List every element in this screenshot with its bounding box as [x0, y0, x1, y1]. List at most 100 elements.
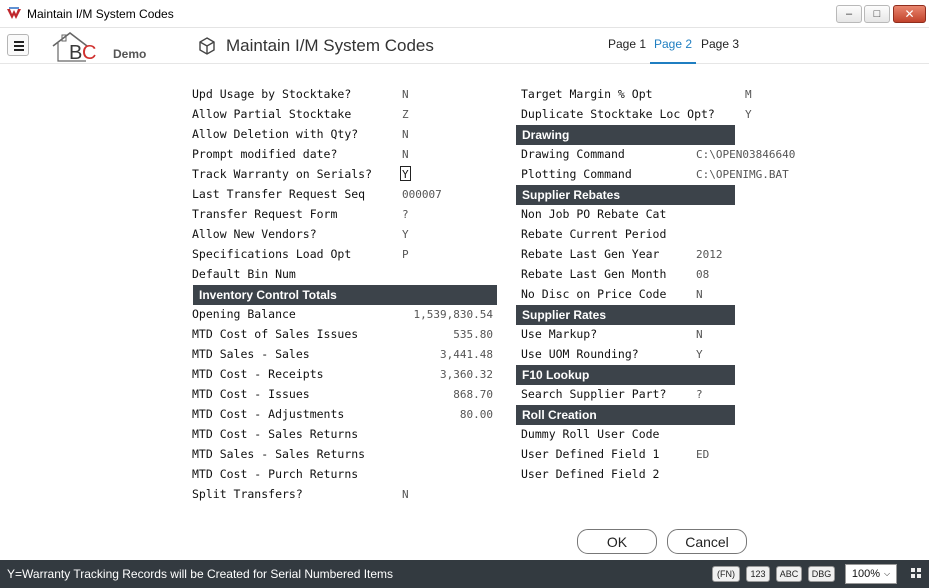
- menu-icon-bar: [14, 41, 24, 43]
- section-header-roll-creation: Roll Creation: [516, 405, 735, 425]
- total-value: 1,539,830.54: [413, 308, 493, 321]
- field-value[interactable]: M: [745, 88, 752, 101]
- window-title: Maintain I/M System Codes: [27, 7, 174, 21]
- resize-grip-icon[interactable]: [911, 568, 921, 578]
- total-label: MTD Cost - Sales Returns: [192, 427, 359, 441]
- menu-icon-bar: [14, 45, 24, 47]
- field-value[interactable]: Y: [696, 348, 703, 361]
- zoom-value: 100%: [851, 568, 881, 580]
- tab-page-3[interactable]: Page 3: [701, 37, 739, 64]
- field-label: Rebate Last Gen Month: [521, 267, 667, 281]
- total-label: MTD Cost - Purch Returns: [192, 467, 359, 481]
- total-label: Opening Balance: [192, 307, 296, 321]
- form-title: Maintain I/M System Codes: [226, 36, 434, 55]
- field-value[interactable]: C:\OPENIMG.BAT: [696, 168, 789, 181]
- total-value: 868.70: [453, 388, 493, 401]
- maximize-button[interactable]: □: [864, 5, 890, 23]
- obc-logo: B C: [52, 31, 96, 62]
- minimize-button[interactable]: –: [836, 5, 862, 23]
- field-value[interactable]: 2012: [696, 248, 723, 261]
- field-value[interactable]: ED: [696, 448, 709, 461]
- close-button[interactable]: ✕: [893, 5, 926, 23]
- app-logo-icon: [7, 7, 21, 19]
- field-value[interactable]: ?: [402, 208, 409, 221]
- field-label: Track Warranty on Serials?: [192, 167, 373, 181]
- numeric-indicator[interactable]: 123: [746, 566, 770, 582]
- field-label: Allow New Vendors?: [192, 227, 317, 241]
- svg-text:C: C: [82, 42, 96, 62]
- field-value[interactable]: 08: [696, 268, 709, 281]
- field-label: Search Supplier Part?: [521, 387, 667, 401]
- environment-label: Demo: [113, 47, 147, 61]
- debug-indicator[interactable]: DBG: [808, 566, 835, 582]
- total-label: MTD Sales - Sales Returns: [192, 447, 366, 461]
- field-label: Dummy Roll User Code: [521, 427, 660, 441]
- total-label: MTD Sales - Sales: [192, 347, 310, 361]
- total-label: MTD Cost - Issues: [192, 387, 310, 401]
- form-header: B C Demo Maintain I/M System Codes Page …: [0, 28, 929, 64]
- field-label: Target Margin % Opt: [521, 87, 653, 101]
- title-bar: Maintain I/M System Codes – □ ✕: [0, 0, 929, 28]
- field-value[interactable]: C:\OPEN03846640: [696, 148, 795, 161]
- field-label: Non Job PO Rebate Cat: [521, 207, 667, 221]
- cancel-button[interactable]: Cancel: [667, 529, 747, 554]
- field-value[interactable]: 000007: [402, 188, 442, 201]
- field-label: No Disc on Price Code: [521, 287, 667, 301]
- field-value[interactable]: N: [402, 488, 409, 501]
- ok-button[interactable]: OK: [577, 529, 657, 554]
- tab-page-2[interactable]: Page 2: [650, 37, 697, 64]
- field-label: User Defined Field 2: [521, 467, 660, 481]
- field-label: Plotting Command: [521, 167, 632, 181]
- field-label: Rebate Last Gen Year: [521, 247, 660, 261]
- total-label: MTD Cost - Receipts: [192, 367, 324, 381]
- hamburger-menu-button[interactable]: [7, 34, 29, 56]
- tab-page-1[interactable]: Page 1: [608, 37, 646, 64]
- field-value[interactable]: N: [402, 88, 409, 101]
- status-message: Y=Warranty Tracking Records will be Crea…: [7, 567, 394, 581]
- field-label: Duplicate Stocktake Loc Opt?: [521, 107, 715, 121]
- field-label: Allow Deletion with Qty?: [192, 127, 359, 141]
- section-header-inventory: Inventory Control Totals: [193, 285, 497, 305]
- field-label: Last Transfer Request Seq: [192, 187, 366, 201]
- field-value[interactable]: Z: [402, 108, 409, 121]
- section-header-supplier-rebates: Supplier Rebates: [516, 185, 735, 205]
- section-header-drawing: Drawing: [516, 125, 735, 145]
- field-label: Transfer Request Form: [192, 207, 338, 221]
- total-value: 80.00: [459, 408, 493, 421]
- field-value[interactable]: N: [402, 148, 409, 161]
- field-value[interactable]: Y: [745, 108, 752, 121]
- caps-indicator[interactable]: ABC: [776, 566, 802, 582]
- field-value[interactable]: P: [402, 248, 409, 261]
- field-value[interactable]: ?: [696, 388, 703, 401]
- field-label: Allow Partial Stocktake: [192, 107, 352, 121]
- minimize-icon: –: [845, 8, 853, 20]
- maximize-icon: □: [873, 8, 881, 20]
- section-header-f10-lookup: F10 Lookup: [516, 365, 735, 385]
- svg-text:B: B: [69, 42, 82, 62]
- fn-indicator[interactable]: (FN): [712, 566, 740, 582]
- track-warranty-input[interactable]: Y: [402, 168, 409, 181]
- total-label: MTD Cost of Sales Issues: [192, 327, 359, 341]
- total-value: 3,441.48: [440, 348, 493, 361]
- field-label: Upd Usage by Stocktake?: [192, 87, 352, 101]
- form-content: Upd Usage by Stocktake? N Allow Partial …: [0, 65, 929, 560]
- cube-icon: [199, 37, 215, 55]
- close-icon: ✕: [904, 7, 915, 21]
- field-value[interactable]: N: [696, 288, 703, 301]
- field-value[interactable]: N: [696, 328, 703, 341]
- menu-icon-bar: [14, 49, 24, 51]
- field-label: Default Bin Num: [192, 267, 296, 281]
- zoom-select[interactable]: 100% ⌵: [845, 564, 897, 584]
- status-bar: Y=Warranty Tracking Records will be Crea…: [0, 560, 929, 588]
- field-label: Prompt modified date?: [192, 147, 338, 161]
- total-label: MTD Cost - Adjustments: [192, 407, 345, 421]
- total-value: 535.80: [453, 328, 493, 341]
- field-value[interactable]: N: [402, 128, 409, 141]
- total-value: 3,360.32: [440, 368, 493, 381]
- field-value[interactable]: Y: [402, 228, 409, 241]
- field-label: User Defined Field 1: [521, 447, 660, 461]
- field-label: Split Transfers?: [192, 487, 303, 501]
- field-label: Rebate Current Period: [521, 227, 667, 241]
- field-label: Use Markup?: [521, 327, 598, 341]
- field-label: Specifications Load Opt: [192, 247, 352, 261]
